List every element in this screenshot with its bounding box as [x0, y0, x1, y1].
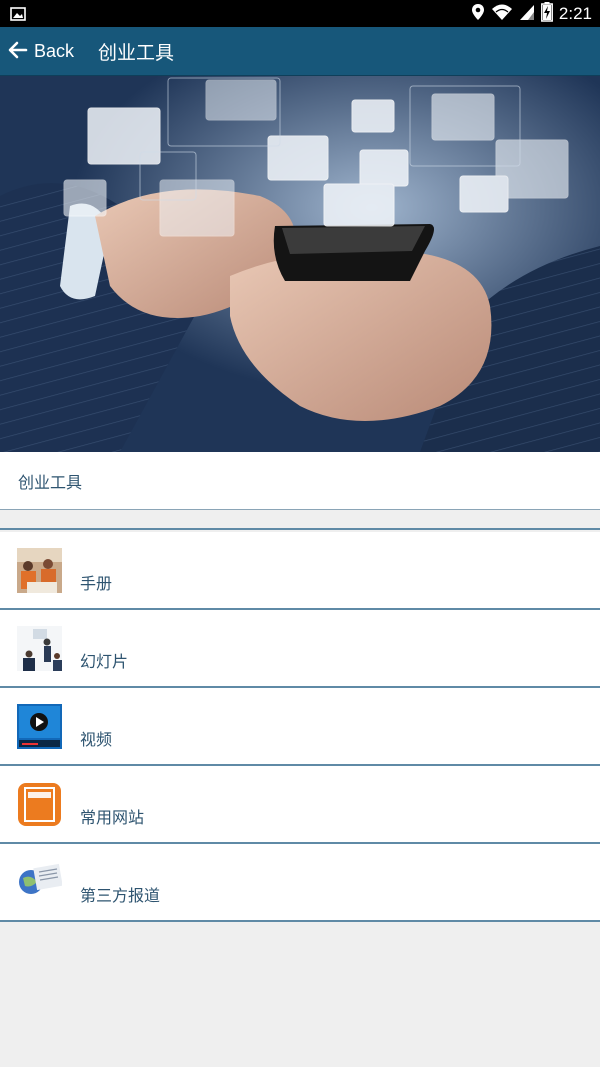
item-label: 幻灯片 [80, 652, 129, 671]
manual-photo-thumbnail [17, 548, 62, 593]
section-title: 创业工具 [18, 472, 83, 492]
news-globe-thumbnail [17, 860, 62, 905]
back-button[interactable]: Back [8, 27, 74, 76]
hero-banner-image [0, 76, 600, 452]
website-book-thumbnail [17, 782, 62, 827]
item-label: 第三方报道 [80, 886, 161, 905]
list-item-video[interactable]: 视频 [0, 688, 600, 766]
list-item-manual[interactable]: 手册 [0, 532, 600, 610]
cell-signal-icon [519, 3, 535, 25]
list-item-slides[interactable]: 幻灯片 [0, 610, 600, 688]
section-gap [0, 510, 600, 530]
video-player-thumbnail [17, 704, 62, 749]
battery-charging-icon [540, 2, 553, 26]
status-time: 2:21 [558, 4, 592, 23]
wifi-icon [491, 3, 513, 25]
item-label: 手册 [80, 574, 113, 593]
item-label: 常用网站 [80, 808, 145, 827]
back-label: Back [34, 41, 75, 61]
slides-photo-thumbnail [17, 626, 62, 671]
page-title: 创业工具 [98, 42, 175, 64]
app-bar: Back 创业工具 [0, 27, 600, 76]
status-bar: 2:21 [0, 0, 600, 27]
arrow-left-icon [8, 40, 28, 64]
item-label: 视频 [80, 730, 113, 749]
tools-list: 手册 幻灯片 视频 常用网站 第三方报道 [0, 532, 600, 922]
list-item-websites[interactable]: 常用网站 [0, 766, 600, 844]
image-notification-icon [10, 6, 26, 25]
location-icon [471, 3, 485, 25]
list-item-third-party-reports[interactable]: 第三方报道 [0, 844, 600, 922]
section-header: 创业工具 [0, 452, 600, 510]
